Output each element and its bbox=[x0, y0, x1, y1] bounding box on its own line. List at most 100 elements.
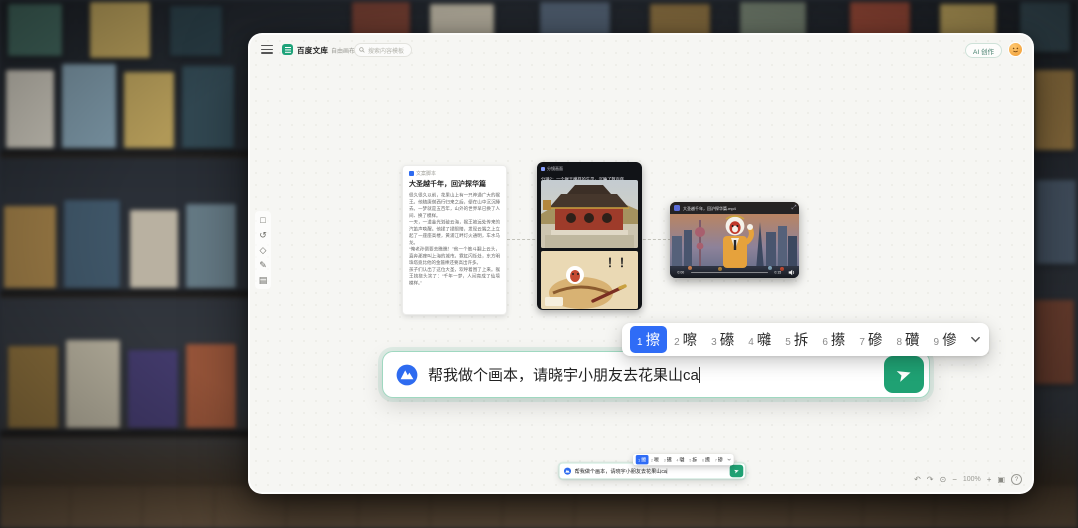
ai-assistant-logo-icon bbox=[564, 467, 571, 474]
book-cover bbox=[62, 64, 116, 148]
ai-create-label: AI 创作 bbox=[973, 46, 994, 56]
ime-candidate-3[interactable]: 3礤 bbox=[704, 326, 741, 353]
chevron-down-icon[interactable] bbox=[970, 334, 981, 345]
topbar: 百度文库 自由画布 搜索内容模板 AI 创作 bbox=[250, 35, 1032, 65]
book-spine bbox=[8, 4, 62, 56]
story-body: 很久很久以前，花果山上有一只神通广大的猴王。他随唐僧西行归来之后，便在山中沉沉睡… bbox=[409, 192, 500, 287]
ime-candidate-bar-magnified: 1擦 2嚓 3礤 4囃 5拆 6攃 7磣 8礸 9傪 bbox=[622, 323, 989, 356]
prompt-text[interactable]: 帮我做个画本，请晓宇小朋友去花果山ca bbox=[428, 364, 874, 385]
ime-candidate-8[interactable]: 8礸 bbox=[889, 326, 926, 353]
book-cover bbox=[130, 210, 178, 288]
app-name: 百度文库 bbox=[297, 45, 328, 56]
text-caret bbox=[667, 468, 668, 473]
locate-button[interactable]: ⊙ bbox=[939, 475, 946, 485]
ime-candidate-4[interactable]: 4囃 bbox=[741, 326, 778, 353]
book-cover bbox=[66, 340, 120, 428]
expand-icon[interactable]: ⤢ bbox=[792, 205, 797, 212]
workspace-label: 自由画布 bbox=[331, 46, 355, 55]
ai-prompt-input[interactable]: 帮我做个画本，请晓宇小朋友去花果山ca bbox=[559, 463, 745, 479]
zoom-in-button[interactable]: + bbox=[987, 475, 992, 485]
pen-tool-icon[interactable]: ✎ bbox=[259, 260, 267, 270]
video-time-total: 0:15 bbox=[775, 271, 782, 275]
shelf-board bbox=[0, 290, 250, 298]
ime-candidate-5[interactable]: 5拆 bbox=[687, 455, 700, 464]
ime-composing-text: ca bbox=[683, 367, 699, 385]
ai-create-button[interactable]: AI 创作 bbox=[965, 43, 1002, 58]
app-window: 百度文库 自由画布 搜索内容模板 AI 创作 □ ↺ ◇ ✎ ▤ bbox=[248, 33, 1034, 494]
ime-candidate-2[interactable]: 2嚓 bbox=[667, 326, 704, 353]
ime-candidate-5[interactable]: 5拆 bbox=[778, 326, 815, 353]
book-spine bbox=[90, 2, 150, 58]
send-button[interactable] bbox=[884, 356, 924, 393]
select-tool-icon[interactable]: □ bbox=[260, 215, 265, 225]
search-placeholder: 搜索内容模板 bbox=[368, 46, 404, 55]
storyboard-caption: 分镜2：一个猴王模样的生灵，沉睡了数百年… bbox=[541, 176, 628, 180]
paper-plane-icon bbox=[734, 468, 740, 474]
book-cover bbox=[4, 206, 56, 288]
hamburger-menu-icon[interactable] bbox=[261, 45, 273, 54]
ai-prompt-input[interactable]: 帮我做个画本，请晓宇小朋友去花果山ca bbox=[382, 351, 930, 398]
ime-candidate-9[interactable]: 9傪 bbox=[927, 326, 964, 353]
ime-candidate-1[interactable]: 1擦 bbox=[636, 455, 649, 464]
search-input[interactable]: 搜索内容模板 bbox=[354, 43, 412, 57]
zoom-out-button[interactable]: − bbox=[952, 475, 957, 485]
book-cover bbox=[64, 200, 120, 288]
user-avatar[interactable] bbox=[1008, 42, 1023, 57]
undo-tool-icon[interactable]: ↺ bbox=[259, 230, 267, 240]
video-progress-bar[interactable] bbox=[691, 272, 769, 274]
story-text-card[interactable]: 文案脚本 大圣越千年，回沪探华篇 很久很久以前，花果山上有一只神通广大的猴王。他… bbox=[402, 165, 507, 315]
speaker-icon[interactable] bbox=[788, 269, 795, 276]
ime-candidate-7[interactable]: 7磣 bbox=[852, 326, 889, 353]
exclaim-annotation: ！！ bbox=[607, 256, 631, 270]
book-spine bbox=[170, 6, 222, 56]
shelf-board bbox=[0, 430, 250, 438]
storyboard-card[interactable]: 分镜画面 分镜2：一个猴王模样的生灵，沉睡了数百年… bbox=[537, 162, 642, 310]
chevron-down-icon[interactable] bbox=[727, 458, 731, 462]
send-button[interactable] bbox=[730, 465, 744, 478]
book-cover bbox=[182, 66, 234, 148]
book-cover bbox=[128, 350, 178, 428]
avatar-face-icon bbox=[1009, 43, 1022, 56]
book-cover bbox=[8, 346, 58, 428]
book-cover bbox=[1034, 300, 1074, 384]
story-title: 大圣越千年，回沪探华篇 bbox=[409, 179, 500, 189]
zoom-level: 100% bbox=[963, 475, 981, 485]
ime-candidate-2[interactable]: 2嚓 bbox=[649, 455, 662, 464]
help-button[interactable]: ? bbox=[1011, 474, 1022, 485]
ime-candidate-3[interactable]: 3礤 bbox=[661, 455, 674, 464]
canvas-toolbar: □ ↺ ◇ ✎ ▤ bbox=[255, 211, 271, 289]
book-cover bbox=[1034, 70, 1074, 150]
undo-button[interactable]: ↶ bbox=[914, 475, 921, 485]
text-card-label: 文案脚本 bbox=[416, 170, 436, 177]
app-logo-icon bbox=[282, 44, 293, 55]
prompt-text[interactable]: 帮我做个画本，请晓宇小朋友去花果山ca bbox=[575, 467, 727, 474]
search-icon bbox=[359, 47, 365, 53]
book-cover bbox=[124, 72, 174, 148]
video-controls: 0:00 0:15 bbox=[670, 267, 799, 278]
ai-assistant-logo-icon bbox=[396, 364, 418, 386]
book-cover bbox=[186, 204, 236, 288]
ime-candidate-6[interactable]: 6攃 bbox=[815, 326, 852, 353]
paper-plane-icon bbox=[896, 366, 913, 383]
ai-input-bar-magnified: 帮我做个画本，请晓宇小朋友去花果山ca bbox=[382, 351, 930, 398]
redo-button[interactable]: ↷ bbox=[927, 475, 934, 485]
book-cover bbox=[6, 70, 54, 148]
shape-tool-icon[interactable]: ◇ bbox=[260, 245, 267, 255]
document-icon bbox=[409, 171, 414, 176]
book-cover bbox=[1036, 180, 1076, 264]
storyboard-image-temple bbox=[541, 180, 638, 248]
notes-tool-icon[interactable]: ▤ bbox=[259, 275, 268, 285]
text-caret bbox=[699, 367, 701, 383]
storyboard-icon bbox=[541, 167, 545, 171]
ime-candidate-7[interactable]: 7磣 bbox=[712, 455, 725, 464]
video-file-icon bbox=[674, 205, 680, 211]
ime-candidate-4[interactable]: 4囃 bbox=[674, 455, 687, 464]
video-time-current: 0:00 bbox=[677, 271, 684, 275]
fit-view-button[interactable]: ▣ bbox=[997, 475, 1005, 485]
ime-candidate-1[interactable]: 1擦 bbox=[630, 326, 667, 353]
canvas-zoom-controls: ↶ ↷ ⊙ − 100% + ▣ ? bbox=[914, 474, 1022, 485]
video-card[interactable]: 大圣越千年，回沪探华篇.mp4 ⤢ bbox=[670, 202, 799, 278]
storyboard-badge: 分镜画面 bbox=[547, 166, 563, 172]
ime-candidate-bar: 1擦 2嚓 3礤 4囃 5拆 6攃 7磣 bbox=[633, 454, 734, 465]
ime-candidate-6[interactable]: 6攃 bbox=[700, 455, 713, 464]
